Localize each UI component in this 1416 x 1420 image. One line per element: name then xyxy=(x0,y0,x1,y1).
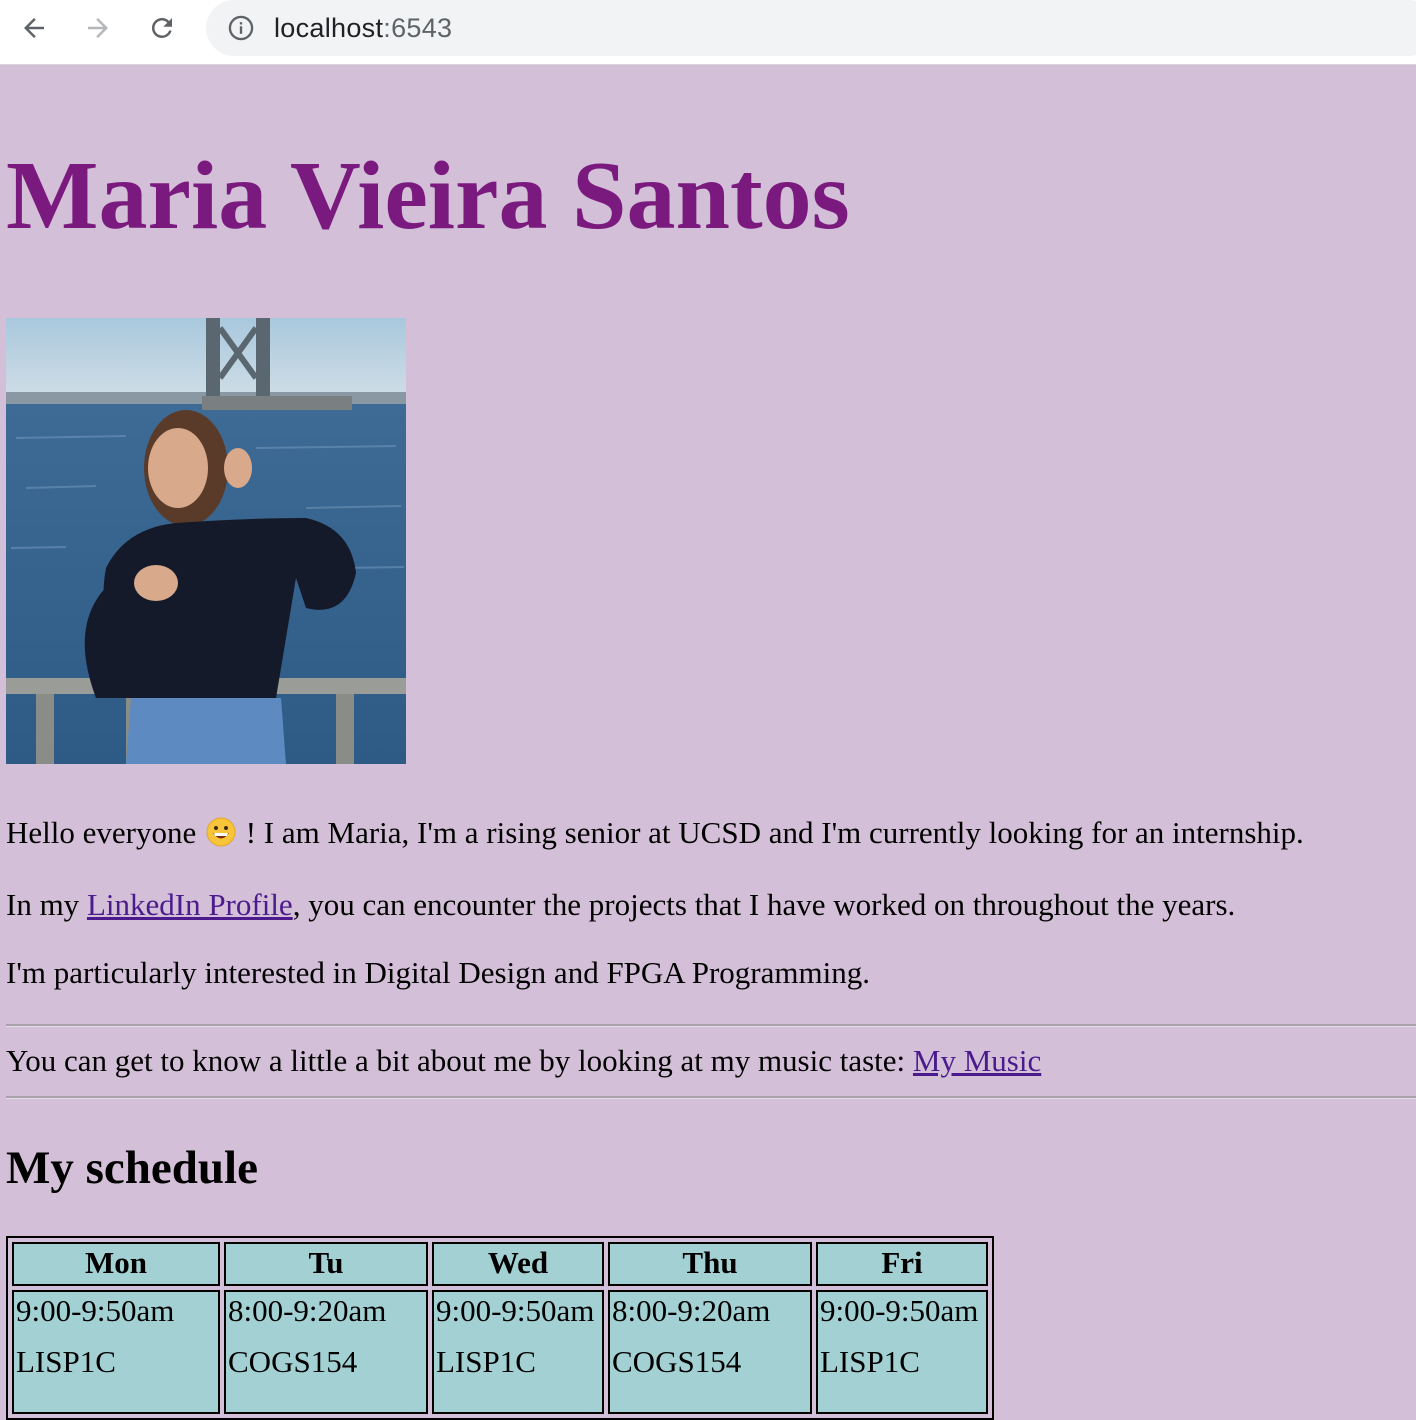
header-fri: Fri xyxy=(816,1242,988,1286)
header-tu: Tu xyxy=(224,1242,428,1286)
linkedin-link[interactable]: LinkedIn Profile xyxy=(87,887,293,922)
schedule-table: Mon Tu Wed Thu Fri 9:00-9:50am LISP1C 8:0… xyxy=(6,1236,994,1420)
profile-photo xyxy=(6,318,406,764)
browser-toolbar: localhost:6543 xyxy=(0,0,1416,65)
intro-paragraph: Hello everyone ! I am Maria, I'm a risin… xyxy=(6,814,1304,851)
reload-button[interactable] xyxy=(142,8,182,48)
cell-time: 8:00-9:20am xyxy=(228,1293,387,1328)
back-button[interactable] xyxy=(14,8,54,48)
intro-text-start: Hello everyone xyxy=(6,815,204,850)
cell-fri: 9:00-9:50am LISP1C xyxy=(816,1290,988,1414)
cell-course: LISP1C xyxy=(16,1344,116,1380)
back-arrow-icon xyxy=(24,18,44,38)
linkedin-paragraph: In my LinkedIn Profile, you can encounte… xyxy=(6,886,1235,923)
my-music-link[interactable]: My Music xyxy=(913,1043,1041,1078)
linkedin-text-end: , you can encounter the projects that I … xyxy=(292,887,1236,922)
cell-thu: 8:00-9:20am COGS154 xyxy=(608,1290,812,1414)
table-header-row: Mon Tu Wed Thu Fri xyxy=(12,1242,988,1286)
reload-icon xyxy=(151,17,172,38)
page-title: Maria Vieira Santos xyxy=(6,142,850,250)
cell-wed: 9:00-9:50am LISP1C xyxy=(432,1290,604,1414)
url-port: :6543 xyxy=(383,12,453,43)
header-mon: Mon xyxy=(12,1242,220,1286)
forward-arrow-icon xyxy=(88,18,108,38)
schedule-heading: My schedule xyxy=(6,1142,258,1194)
intro-text-end: ! I am Maria, I'm a rising senior at UCS… xyxy=(237,815,1304,850)
info-icon[interactable] xyxy=(226,13,256,43)
header-wed: Wed xyxy=(432,1242,604,1286)
cell-mon: 9:00-9:50am LISP1C xyxy=(12,1290,220,1414)
divider xyxy=(6,1024,1416,1027)
cell-time: 8:00-9:20am xyxy=(612,1293,771,1328)
music-text: You can get to know a little a bit about… xyxy=(6,1043,913,1078)
cell-time: 9:00-9:50am xyxy=(436,1293,595,1328)
cell-course: LISP1C xyxy=(436,1344,536,1380)
divider xyxy=(6,1096,1416,1099)
linkedin-text-start: In my xyxy=(6,887,87,922)
grinning-face-icon xyxy=(206,817,236,847)
music-paragraph: You can get to know a little a bit about… xyxy=(6,1042,1041,1079)
cell-time: 9:00-9:50am xyxy=(16,1293,175,1328)
address-bar[interactable]: localhost:6543 xyxy=(206,0,1416,56)
cell-course: COGS154 xyxy=(612,1344,742,1380)
cell-tu: 8:00-9:20am COGS154 xyxy=(224,1290,428,1414)
url-host: localhost xyxy=(274,12,384,43)
forward-button[interactable] xyxy=(78,8,118,48)
interests-paragraph: I'm particularly interested in Digital D… xyxy=(6,955,870,990)
header-thu: Thu xyxy=(608,1242,812,1286)
cell-course: LISP1C xyxy=(820,1344,920,1380)
table-row: 9:00-9:50am LISP1C 8:00-9:20am COGS154 9:0… xyxy=(12,1290,988,1414)
url-text[interactable]: localhost:6543 xyxy=(274,13,452,44)
cell-course: COGS154 xyxy=(228,1344,358,1380)
cell-time: 9:00-9:50am xyxy=(820,1293,979,1328)
